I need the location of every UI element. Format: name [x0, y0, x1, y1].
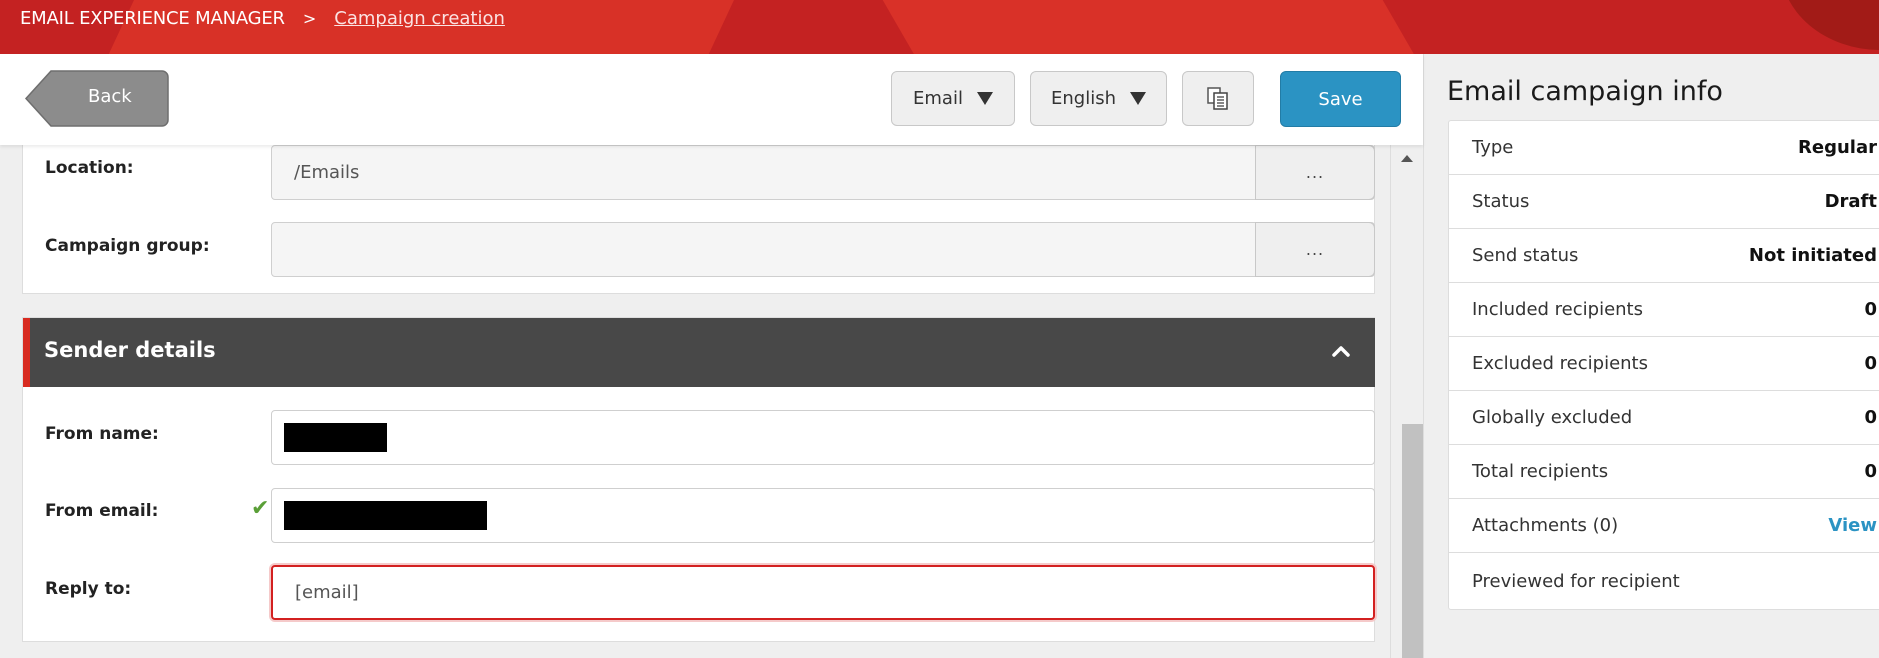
- sender-details-header[interactable]: Sender details: [23, 318, 1375, 387]
- reply-to-value: [email]: [295, 582, 359, 603]
- scroll-up-arrow-icon[interactable]: [1401, 155, 1413, 162]
- info-row-type: Type Regular: [1449, 121, 1879, 175]
- info-value: Regular: [1798, 137, 1877, 158]
- campaign-info-table: Type Regular Status Draft Send status No…: [1448, 120, 1879, 610]
- breadcrumb-app-name[interactable]: EMAIL EXPERIENCE MANAGER: [20, 8, 285, 29]
- campaign-info-title: Email campaign info: [1447, 76, 1723, 107]
- campaign-info-panel: Email campaign info Type Regular Status …: [1424, 54, 1879, 658]
- location-value: /Emails: [294, 162, 360, 183]
- info-row-previewed-for-recipient: Previewed for recipient: [1449, 553, 1879, 609]
- info-value: 0: [1864, 461, 1877, 482]
- general-card: Location: /Emails ... Campaign group: ..…: [22, 145, 1375, 294]
- type-dropdown[interactable]: Email: [891, 71, 1015, 126]
- info-label: Globally excluded: [1472, 407, 1633, 428]
- info-value: 0: [1864, 353, 1877, 374]
- campaign-group-field[interactable]: ...: [271, 222, 1375, 277]
- from-name-input[interactable]: [271, 410, 1375, 465]
- breadcrumb: EMAIL EXPERIENCE MANAGER > Campaign crea…: [20, 8, 505, 29]
- info-value: 0: [1864, 299, 1877, 320]
- location-browse-button[interactable]: ...: [1255, 145, 1375, 200]
- toolbar: Back Email English Save: [0, 54, 1423, 145]
- campaign-group-label: Campaign group:: [45, 236, 210, 256]
- from-name-label: From name:: [45, 424, 159, 444]
- breadcrumb-separator-icon: >: [302, 9, 317, 28]
- info-label: Type: [1472, 137, 1514, 158]
- info-label: Send status: [1472, 245, 1579, 266]
- scrollbar-thumb[interactable]: [1402, 424, 1423, 658]
- from-email-label: From email:: [45, 501, 159, 521]
- info-row-globally-excluded: Globally excluded 0: [1449, 391, 1879, 445]
- info-label: Status: [1472, 191, 1530, 212]
- campaign-group-browse-button[interactable]: ...: [1255, 222, 1375, 277]
- info-label: Total recipients: [1472, 461, 1609, 482]
- sender-details-card: Sender details From name: From email: ✔ …: [22, 317, 1375, 642]
- reply-to-input[interactable]: [email]: [271, 565, 1375, 620]
- breadcrumb-current[interactable]: Campaign creation: [334, 8, 505, 29]
- redacted-from-email: [284, 501, 487, 530]
- main-form-area: Location: /Emails ... Campaign group: ..…: [0, 145, 1423, 658]
- info-row-status: Status Draft: [1449, 175, 1879, 229]
- info-row-excluded-recipients: Excluded recipients 0: [1449, 337, 1879, 391]
- type-dropdown-value: Email: [913, 88, 963, 109]
- caret-down-icon: [1130, 92, 1146, 105]
- view-attachments-link[interactable]: View: [1828, 515, 1877, 536]
- info-label: Included recipients: [1472, 299, 1643, 320]
- info-row-included-recipients: Included recipients 0: [1449, 283, 1879, 337]
- redacted-from-name: [284, 423, 387, 452]
- info-label: Attachments (0): [1472, 515, 1619, 536]
- copy-icon: [1207, 86, 1228, 110]
- back-button-label: Back: [88, 86, 132, 107]
- location-field[interactable]: /Emails ...: [271, 145, 1375, 200]
- header-decoration: [871, 0, 1429, 54]
- info-value: Not initiated: [1748, 245, 1877, 266]
- caret-down-icon: [976, 92, 993, 105]
- copy-button[interactable]: [1182, 71, 1254, 126]
- info-row-send-status: Send status Not initiated: [1449, 229, 1879, 283]
- chevron-up-icon[interactable]: [1331, 344, 1351, 358]
- sender-details-title: Sender details: [44, 338, 216, 362]
- info-label: Excluded recipients: [1472, 353, 1648, 374]
- location-label: Location:: [45, 158, 134, 178]
- app-header: EMAIL EXPERIENCE MANAGER > Campaign crea…: [0, 0, 1879, 54]
- back-button[interactable]: Back: [24, 70, 169, 127]
- save-button[interactable]: Save: [1280, 71, 1401, 127]
- main-scrollbar[interactable]: [1390, 145, 1423, 658]
- info-value: 0: [1864, 407, 1877, 428]
- reply-to-label: Reply to:: [45, 579, 132, 599]
- info-label: Previewed for recipient: [1472, 570, 1680, 592]
- language-dropdown-value: English: [1051, 88, 1116, 109]
- header-decoration: [1780, 0, 1879, 50]
- valid-check-icon: ✔: [251, 496, 270, 521]
- info-value: Draft: [1824, 191, 1877, 212]
- info-row-attachments: Attachments (0) View: [1449, 499, 1879, 553]
- from-email-input[interactable]: [271, 488, 1375, 543]
- language-dropdown[interactable]: English: [1030, 71, 1167, 126]
- info-row-total-recipients: Total recipients 0: [1449, 445, 1879, 499]
